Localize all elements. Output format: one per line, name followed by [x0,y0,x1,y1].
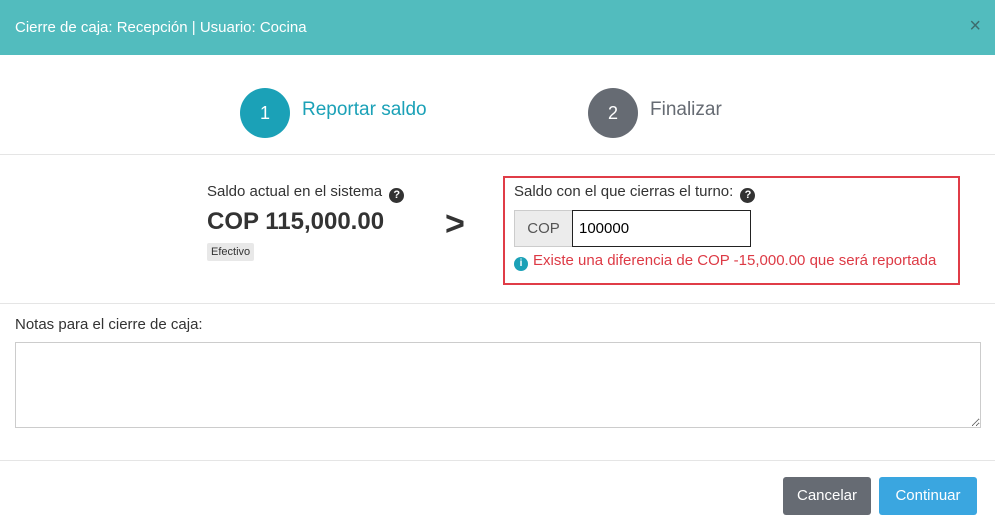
step-2-label: Finalizar [650,99,722,120]
cierre-caja-modal: Cierre de caja: Recepción | Usuario: Coc… [0,0,995,528]
closing-balance-input[interactable] [572,210,751,247]
system-balance-amount: COP 115,000.00 [207,208,385,235]
modal-title: Cierre de caja: Recepción | Usuario: Coc… [15,19,307,36]
question-circle-icon[interactable]: ? [389,188,405,203]
divider-top [0,154,995,155]
system-balance-label-row: Saldo actual en el sistema ? [207,183,405,203]
continue-button[interactable]: Continuar [879,477,977,515]
divider-middle [0,303,995,304]
close-icon[interactable]: × [969,16,981,36]
step-1-circle: 1 [240,88,290,138]
closing-balance-box: Saldo con el que cierras el turno: ? COP… [503,176,960,285]
question-circle-icon[interactable]: ? [740,188,756,203]
step-1-label: Reportar saldo [302,99,427,120]
closing-balance-label: Saldo con el que cierras el turno: [514,183,734,200]
notes-label: Notas para el cierre de caja: [15,316,203,333]
stepper: 1 Reportar saldo 2 Finalizar [0,55,995,155]
system-balance-label: Saldo actual en el sistema [207,183,383,200]
difference-warning: i Existe una diferencia de COP -15,000.00… [514,252,936,271]
notes-textarea[interactable] [15,342,981,428]
step-2-circle: 2 [588,88,638,138]
closing-balance-label-row: Saldo con el que cierras el turno: ? [514,183,756,203]
arrow-glyph: > [445,205,465,243]
difference-warning-text: Existe una diferencia de COP -15,000.00 … [533,252,937,269]
divider-bottom [0,460,995,461]
modal-header: Cierre de caja: Recepción | Usuario: Coc… [0,0,995,55]
cancel-button[interactable]: Cancelar [783,477,871,515]
currency-addon: COP [514,210,572,247]
info-circle-icon: i [514,257,528,271]
payment-method-badge: Efectivo [207,243,255,261]
